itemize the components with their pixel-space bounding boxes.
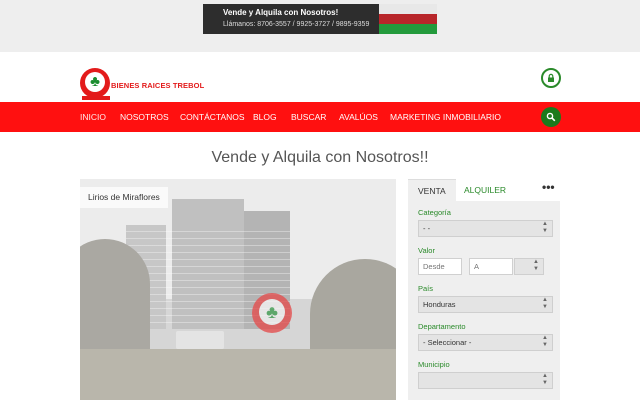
clover-icon: ♣ bbox=[259, 299, 285, 325]
departamento-select[interactable]: - Seleccionar - ▲ ▼ bbox=[418, 334, 553, 351]
select-arrows-icon: ▲ ▼ bbox=[542, 373, 548, 386]
select-arrows-icon: ▲ ▼ bbox=[542, 297, 548, 310]
valor-label: Valor bbox=[418, 246, 435, 255]
page-title: Vende y Alquila con Nosotros!! bbox=[211, 149, 429, 166]
categoria-label: Categoría bbox=[418, 208, 451, 217]
bus bbox=[176, 331, 224, 349]
valor-desde-input[interactable] bbox=[418, 258, 462, 275]
more-options-icon[interactable]: ••• bbox=[542, 179, 555, 195]
nav-item-contactanos[interactable]: CONTÁCTANOS bbox=[180, 112, 245, 122]
nav-item-nosotros[interactable]: NOSOTROS bbox=[120, 112, 169, 122]
pais-select[interactable]: Honduras ▲ ▼ bbox=[418, 296, 553, 313]
site-logo[interactable]: ♣ BIENES RAICES TREBOL bbox=[80, 68, 204, 102]
logo-ring: ♣ bbox=[80, 68, 110, 98]
departamento-value: - Seleccionar - bbox=[423, 338, 472, 347]
flag-graphic bbox=[379, 4, 437, 34]
tab-venta[interactable]: VENTA bbox=[408, 179, 456, 201]
lock-icon bbox=[548, 73, 554, 82]
nav-item-buscar[interactable]: BUSCAR bbox=[291, 112, 326, 122]
nav-item-marketing[interactable]: MARKETING INMOBILIARIO bbox=[390, 112, 501, 122]
pais-label: País bbox=[418, 284, 434, 293]
municipio-label: Municipio bbox=[418, 360, 450, 369]
logo-base bbox=[82, 96, 110, 100]
login-button[interactable] bbox=[541, 68, 561, 88]
departamento-label: Departamento bbox=[418, 322, 466, 331]
categoria-value: - - bbox=[423, 224, 431, 233]
ground bbox=[80, 349, 396, 400]
property-caption[interactable]: Lirios de Miraflores bbox=[80, 187, 168, 208]
categoria-select[interactable]: - - ▲ ▼ bbox=[418, 220, 553, 237]
tab-alquiler[interactable]: ALQUILER bbox=[454, 179, 516, 201]
nav-item-avaluos[interactable]: AVALÚOS bbox=[339, 112, 378, 122]
nav-item-blog[interactable]: BLOG bbox=[253, 112, 277, 122]
valor-hasta-input[interactable] bbox=[469, 258, 513, 275]
search-tabs: VENTA ALQUILER ••• bbox=[408, 179, 560, 201]
nav-item-inicio[interactable]: INICIO bbox=[80, 112, 106, 122]
banner-headline: Vende y Alquila con Nosotros! bbox=[223, 8, 339, 17]
clover-icon: ♣ bbox=[85, 72, 105, 92]
select-arrows-icon: ▲ ▼ bbox=[542, 221, 548, 234]
promo-banner[interactable]: Vende y Alquila con Nosotros! Llámanos: … bbox=[203, 4, 437, 34]
pais-value: Honduras bbox=[423, 300, 456, 309]
municipio-select[interactable]: ▲ ▼ bbox=[418, 372, 553, 389]
logo-text: BIENES RAICES TREBOL bbox=[111, 81, 205, 90]
search-widget: VENTA ALQUILER ••• Categoría - - ▲ ▼ Valo… bbox=[408, 179, 560, 400]
select-arrows-icon: ▲ ▼ bbox=[533, 259, 539, 272]
currency-select[interactable]: ▲ ▼ bbox=[514, 258, 544, 275]
search-button[interactable] bbox=[541, 107, 561, 127]
banner-phones: Llámanos: 8706-3557 / 9925-3727 / 9895-9… bbox=[223, 21, 370, 28]
watermark-logo: ♣ bbox=[252, 293, 292, 333]
select-arrows-icon: ▲ ▼ bbox=[542, 335, 548, 348]
property-gallery[interactable]: ♣ Lirios de Miraflores bbox=[80, 179, 396, 400]
search-icon bbox=[546, 112, 556, 122]
